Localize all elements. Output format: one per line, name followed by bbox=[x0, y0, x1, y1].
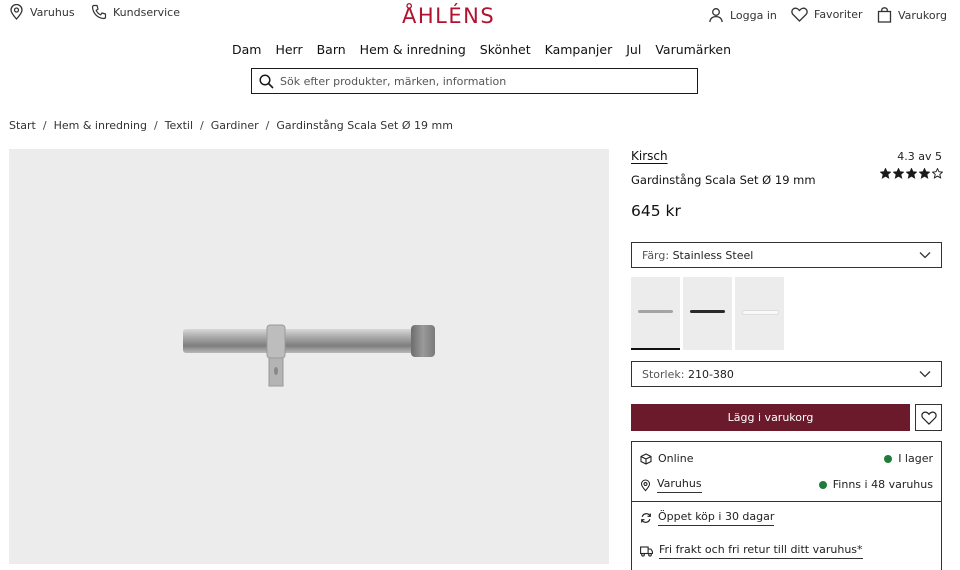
breadcrumb-textil[interactable]: Textil bbox=[165, 119, 193, 132]
truck-icon bbox=[640, 545, 653, 557]
color-select-text: Färg: Stainless Steel bbox=[642, 249, 753, 262]
open-purchase-link[interactable]: Öppet köp i 30 dagar bbox=[658, 510, 775, 526]
heart-icon bbox=[920, 411, 937, 425]
shopping-bag-icon bbox=[877, 7, 892, 23]
search-bar[interactable] bbox=[251, 68, 698, 94]
nav-item-jul[interactable]: Jul bbox=[623, 42, 641, 57]
size-select[interactable]: Storlek: 210-380 bbox=[631, 361, 942, 387]
cart-link[interactable]: Varukorg bbox=[877, 7, 947, 23]
breadcrumb-separator: / bbox=[153, 119, 158, 132]
refresh-icon bbox=[640, 512, 652, 524]
store-stock-status: Finns i 48 varuhus bbox=[818, 478, 933, 491]
store-status-text: Finns i 48 varuhus bbox=[832, 478, 933, 491]
breadcrumb-hem-inredning[interactable]: Hem & inredning bbox=[54, 119, 147, 132]
breadcrumb-separator: / bbox=[200, 119, 204, 132]
star-filled-icon bbox=[893, 168, 904, 179]
star-empty-icon bbox=[932, 168, 943, 179]
breadcrumb-current: Gardinstång Scala Set Ø 19 mm bbox=[276, 119, 453, 132]
nav-item-dam[interactable]: Dam bbox=[229, 42, 261, 57]
store-availability: Varuhus bbox=[640, 477, 702, 493]
location-pin-icon bbox=[9, 4, 24, 20]
star-filled-icon bbox=[880, 168, 891, 179]
chevron-down-icon bbox=[919, 370, 931, 378]
color-swatch-white[interactable] bbox=[735, 277, 784, 350]
product-price: 645 kr bbox=[631, 202, 681, 220]
size-select-text: Storlek: 210-380 bbox=[642, 368, 734, 381]
breadcrumb: Start / Hem & inredning / Textil / Gardi… bbox=[9, 119, 453, 132]
in-stock-dot bbox=[818, 480, 827, 489]
color-swatches bbox=[631, 277, 784, 350]
star-filled-icon bbox=[919, 168, 930, 179]
customer-service-link[interactable]: Kundservice bbox=[91, 4, 180, 20]
favorites-label: Favoriter bbox=[814, 8, 863, 21]
nav-item-skonhet[interactable]: Skönhet bbox=[477, 42, 531, 57]
add-to-favorites-button[interactable] bbox=[915, 404, 942, 431]
customer-service-label: Kundservice bbox=[113, 5, 180, 19]
size-label: Storlek: bbox=[642, 367, 685, 381]
rating-stars bbox=[880, 168, 943, 179]
online-availability: Online bbox=[640, 452, 693, 465]
store-locator-link[interactable]: Varuhus bbox=[9, 4, 75, 20]
online-stock-status: I lager bbox=[884, 452, 933, 465]
phone-icon bbox=[91, 4, 107, 20]
star-filled-icon bbox=[906, 168, 917, 179]
free-shipping-info: Fri frakt och fri retur till ditt varuhu… bbox=[640, 543, 863, 559]
nav-item-hem-inredning[interactable]: Hem & inredning bbox=[357, 42, 466, 57]
heart-icon bbox=[791, 7, 808, 22]
free-shipping-link[interactable]: Fri frakt och fri retur till ditt varuhu… bbox=[659, 543, 863, 559]
breadcrumb-separator: / bbox=[42, 119, 47, 132]
online-label: Online bbox=[658, 452, 694, 465]
favorites-link[interactable]: Favoriter bbox=[791, 7, 862, 22]
open-purchase-info: Öppet köp i 30 dagar bbox=[640, 510, 775, 526]
color-value: Stainless Steel bbox=[672, 248, 754, 262]
color-select[interactable]: Färg: Stainless Steel bbox=[631, 242, 942, 268]
search-input[interactable] bbox=[280, 74, 660, 88]
chevron-down-icon bbox=[919, 251, 931, 259]
category-nav: Dam Herr Barn Hem & inredning Skönhet Ka… bbox=[0, 42, 960, 57]
nav-item-barn[interactable]: Barn bbox=[314, 42, 346, 57]
service-info-box: Öppet köp i 30 dagar Fri frakt och fri r… bbox=[631, 501, 942, 570]
store-availability-link[interactable]: Varuhus bbox=[657, 477, 702, 493]
cart-label: Varukorg bbox=[898, 8, 947, 22]
package-icon bbox=[640, 452, 652, 465]
color-swatch-black[interactable] bbox=[683, 277, 732, 350]
add-to-cart-button[interactable]: Lägg i varukorg bbox=[631, 404, 910, 431]
nav-item-kampanjer[interactable]: Kampanjer bbox=[542, 42, 613, 57]
nav-item-herr[interactable]: Herr bbox=[272, 42, 302, 57]
login-link[interactable]: Logga in bbox=[708, 7, 777, 23]
product-image-gallery[interactable] bbox=[9, 149, 609, 564]
ahlens-logo[interactable]: ÅHLÉNS bbox=[402, 4, 495, 28]
color-label: Färg: bbox=[642, 248, 670, 262]
color-swatch-stainless-steel[interactable] bbox=[631, 277, 680, 350]
breadcrumb-start[interactable]: Start bbox=[9, 119, 36, 132]
availability-box: Online I lager Varuhus Finns i 48 varuhu… bbox=[631, 441, 942, 501]
in-stock-dot bbox=[884, 454, 893, 463]
rating-text: 4.3 av 5 bbox=[897, 150, 942, 163]
search-icon bbox=[259, 73, 274, 89]
store-locator-label: Varuhus bbox=[30, 5, 75, 19]
product-name: Gardinstång Scala Set Ø 19 mm bbox=[631, 173, 816, 187]
login-label: Logga in bbox=[730, 8, 777, 22]
user-icon bbox=[708, 7, 724, 23]
breadcrumb-gardiner[interactable]: Gardiner bbox=[211, 119, 259, 132]
breadcrumb-separator: / bbox=[265, 119, 270, 132]
curtain-rod-image bbox=[183, 324, 435, 387]
nav-item-varumarken[interactable]: Varumärken bbox=[652, 42, 731, 57]
location-pin-icon bbox=[640, 478, 651, 492]
brand-link[interactable]: Kirsch bbox=[631, 149, 668, 163]
size-value: 210-380 bbox=[687, 367, 734, 381]
online-status-text: I lager bbox=[898, 452, 933, 465]
